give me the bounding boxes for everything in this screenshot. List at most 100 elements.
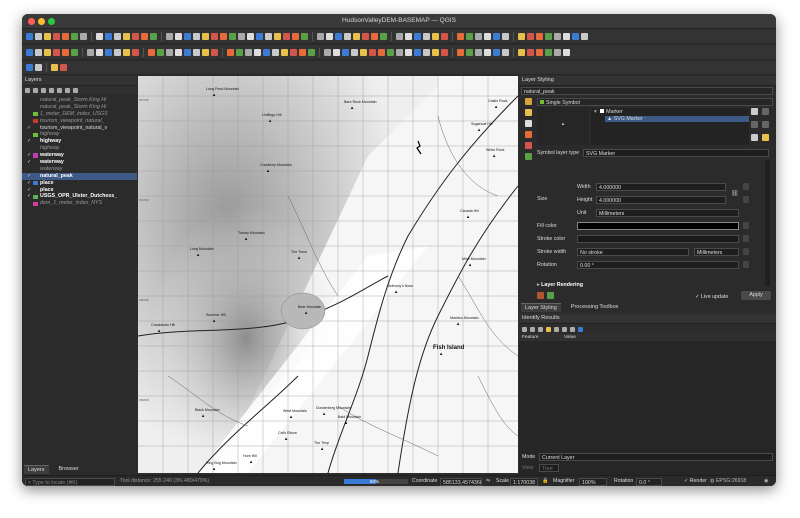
layer-tree-item[interactable]: ✓ natural_peak	[22, 172, 137, 180]
renderer-select[interactable]: Single Symbol	[537, 98, 773, 106]
layer-tree-item[interactable]: ✓ USGS_OPR_Ulster_Dutchess_	[22, 193, 137, 200]
identify-mode-select[interactable]: Current Layer	[539, 453, 773, 461]
diagrams-tab-icon[interactable]	[524, 142, 532, 149]
layer-tree-item[interactable]: highway	[22, 145, 137, 152]
layer-tree-item[interactable]: highway	[22, 131, 137, 138]
tb2-tool-icon[interactable]	[26, 48, 33, 56]
layer-visibility-checkbox[interactable]: ✓	[27, 180, 31, 187]
tb1-tool-icon[interactable]	[229, 32, 236, 40]
history-tab-icon[interactable]	[524, 153, 532, 160]
tb2-tool-icon[interactable]	[387, 48, 394, 56]
tb1-tool-icon[interactable]	[132, 32, 139, 40]
tb2-tool-icon[interactable]	[71, 48, 78, 56]
tb2-tool-icon[interactable]	[263, 48, 270, 56]
tb1-tool-icon[interactable]	[220, 32, 227, 40]
tb1-tool-icon[interactable]	[353, 32, 360, 40]
tb2-tool-icon[interactable]	[369, 48, 376, 56]
tb2-tool-icon[interactable]	[211, 48, 218, 56]
tb1-tool-icon[interactable]	[554, 32, 561, 40]
identify-settings-icon[interactable]	[578, 326, 583, 332]
tb1-tool-icon[interactable]	[274, 32, 281, 40]
tb2-tool-icon[interactable]	[414, 48, 421, 56]
tb2-tool-icon[interactable]	[545, 48, 552, 56]
tab-browser[interactable]: Browser	[55, 465, 83, 474]
layer-visibility-checkbox[interactable]: ✓	[27, 152, 31, 159]
remove-layer-icon[interactable]	[73, 88, 78, 93]
height-data-defined-icon[interactable]	[743, 196, 749, 203]
tb2-tool-icon[interactable]	[281, 48, 288, 56]
tb1-tool-icon[interactable]	[457, 32, 464, 40]
tb1-tool-icon[interactable]	[414, 32, 421, 40]
tb2-tool-icon[interactable]	[324, 48, 331, 56]
tb1-tool-icon[interactable]	[71, 32, 78, 40]
tb1-tool-icon[interactable]	[292, 32, 299, 40]
tb3-tool-icon[interactable]	[35, 64, 42, 71]
layer-visibility-checkbox[interactable]: ✓	[27, 193, 31, 200]
tb1-tool-icon[interactable]	[184, 32, 191, 40]
layer-tree-item[interactable]: ✓ place	[22, 180, 137, 187]
collapse-all-icon[interactable]	[65, 88, 70, 93]
tb2-tool-icon[interactable]	[236, 48, 243, 56]
tb1-tool-icon[interactable]	[123, 32, 130, 40]
tb2-tool-icon[interactable]	[53, 48, 60, 56]
layer-tree-item[interactable]: natural_peak_Storm King Hi	[22, 104, 137, 111]
filter-legend-icon[interactable]	[49, 88, 54, 93]
tb1-tool-icon[interactable]	[326, 32, 333, 40]
tb3-tool-icon[interactable]	[26, 64, 33, 71]
tb1-tool-icon[interactable]	[26, 32, 33, 40]
tb2-tool-icon[interactable]	[193, 48, 200, 56]
tb2-tool-icon[interactable]	[290, 48, 297, 56]
stroke-unit-select[interactable]: Millimeters	[694, 248, 739, 256]
tb2-tool-icon[interactable]	[432, 48, 439, 56]
3d-view-tab-icon[interactable]	[524, 131, 532, 138]
tb1-tool-icon[interactable]	[96, 32, 103, 40]
manage-map-themes-icon[interactable]	[41, 88, 46, 93]
layer-visibility-checkbox[interactable]: ✓	[27, 187, 31, 194]
layer-tree-item[interactable]: dem_1_meter_index_NYS	[22, 200, 137, 207]
tb2-tool-icon[interactable]	[360, 48, 367, 56]
stroke-width-input[interactable]: No stroke	[577, 248, 689, 256]
tab-processing-toolbox[interactable]: Processing Toolbox	[567, 303, 623, 312]
expand-new-results-icon[interactable]	[538, 326, 543, 332]
tb1-tool-icon[interactable]	[502, 32, 509, 40]
tab-layers[interactable]: Layers	[24, 465, 49, 474]
tb1-tool-icon[interactable]	[44, 32, 51, 40]
tb2-tool-icon[interactable]	[308, 48, 315, 56]
tb1-tool-icon[interactable]	[362, 32, 369, 40]
collapse-tree-icon[interactable]	[530, 326, 535, 332]
tb2-tool-icon[interactable]	[157, 48, 164, 56]
scale-lock-icon[interactable]: 🔒	[542, 476, 548, 486]
layer-tree-item[interactable]: natural_peak_Storm King Hi	[22, 97, 137, 104]
tb1-tool-icon[interactable]	[105, 32, 112, 40]
tb1-tool-icon[interactable]	[166, 32, 173, 40]
layer-visibility-checkbox[interactable]: ✓	[27, 159, 31, 166]
tb2-tool-icon[interactable]	[227, 48, 234, 56]
tb2-tool-icon[interactable]	[166, 48, 173, 56]
tb2-tool-icon[interactable]	[518, 48, 525, 56]
tb1-tool-icon[interactable]	[484, 32, 491, 40]
tb2-tool-icon[interactable]	[96, 48, 103, 56]
tb2-tool-icon[interactable]	[62, 48, 69, 56]
tb2-tool-icon[interactable]	[527, 48, 534, 56]
symbol-layer-type-select[interactable]: SVG Marker	[583, 149, 769, 157]
layer-tree-item[interactable]: 1_meter_DEM_index_USGS	[22, 111, 137, 118]
tb1-tool-icon[interactable]	[238, 32, 245, 40]
magnifier-input[interactable]: 100%	[579, 477, 607, 486]
tb1-tool-icon[interactable]	[150, 32, 157, 40]
layer-rendering-header[interactable]: ▸ Layer Rendering	[537, 282, 583, 288]
tb2-tool-icon[interactable]	[484, 48, 491, 56]
coordinate-input[interactable]: 585133,4574368	[440, 477, 482, 486]
tb1-tool-icon[interactable]	[380, 32, 387, 40]
tb2-tool-icon[interactable]	[35, 48, 42, 56]
tb1-tool-icon[interactable]	[475, 32, 482, 40]
tb1-tool-icon[interactable]	[371, 32, 378, 40]
tb1-tool-icon[interactable]	[80, 32, 87, 40]
styled-layer-select[interactable]: natural_peak	[521, 87, 773, 95]
tb1-tool-icon[interactable]	[175, 32, 182, 40]
tb2-tool-icon[interactable]	[184, 48, 191, 56]
tb2-tool-icon[interactable]	[333, 48, 340, 56]
messages-icon[interactable]: ◉	[764, 476, 769, 486]
duplicate-layer-icon[interactable]	[762, 121, 769, 128]
tb2-tool-icon[interactable]	[457, 48, 464, 56]
tb1-tool-icon[interactable]	[581, 32, 588, 40]
